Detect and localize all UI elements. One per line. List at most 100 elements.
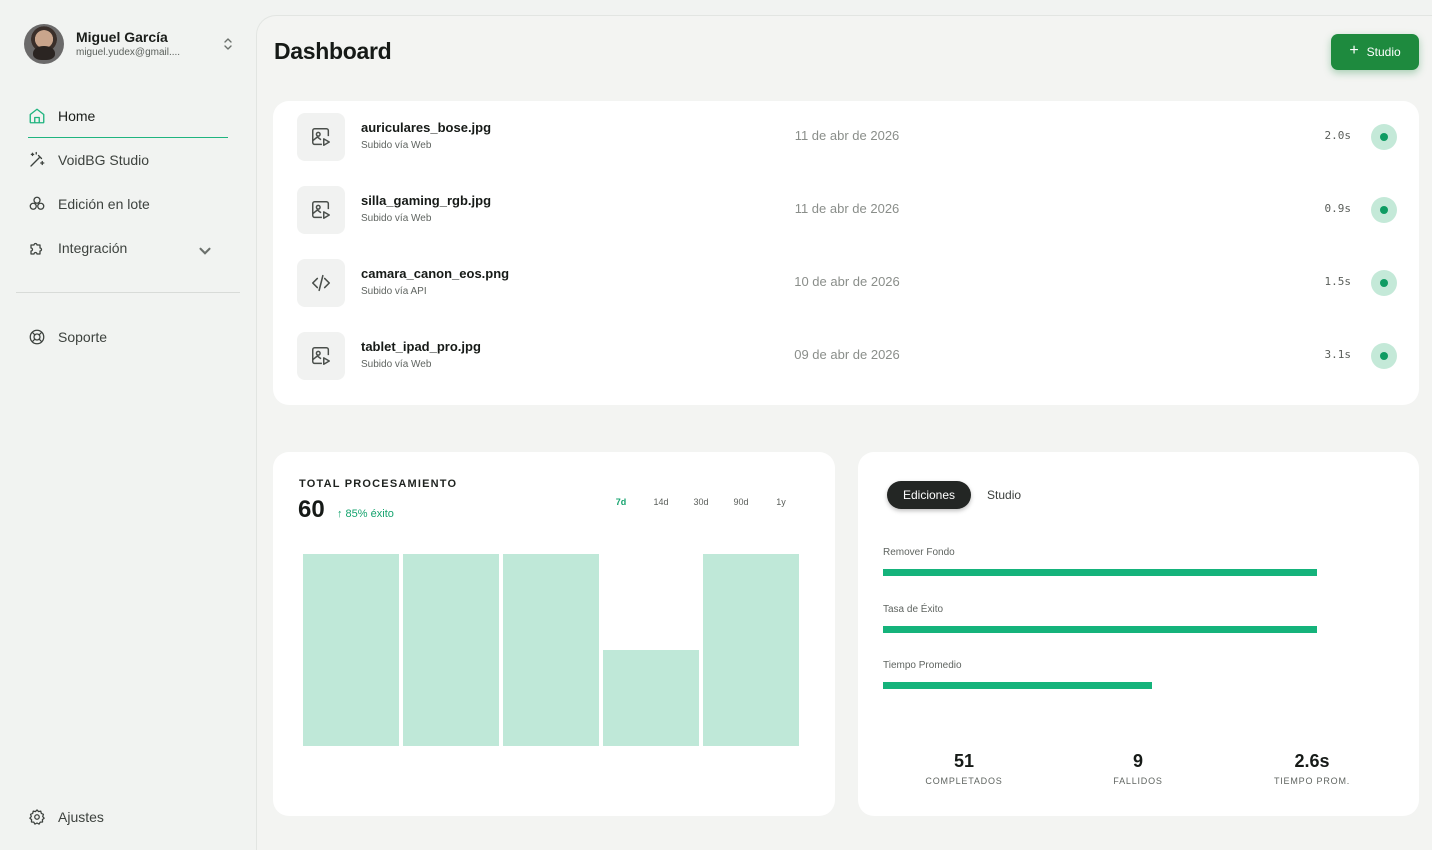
batch-icon bbox=[29, 196, 45, 210]
sidebar-divider bbox=[16, 292, 240, 293]
summary-value: 2.6s bbox=[1294, 751, 1330, 771]
file-thumbnail bbox=[297, 113, 345, 161]
processing-time: 1.5s bbox=[1324, 275, 1352, 288]
chart-bar bbox=[503, 554, 599, 746]
sidebar-item-home[interactable]: Home bbox=[16, 94, 240, 138]
chevron-down-icon bbox=[199, 247, 211, 255]
processing-total: 60 bbox=[298, 496, 325, 523]
chart-bar bbox=[603, 650, 699, 746]
range-tab-7d[interactable]: 7d bbox=[601, 495, 641, 509]
summary-label: COMPLETADOS bbox=[925, 776, 1003, 786]
file-row[interactable]: camara_canon_eos.png Subido vía API 10 d… bbox=[297, 259, 1397, 309]
sidebar-item-label: Home bbox=[58, 108, 96, 124]
sidebar-item-label: VoidBG Studio bbox=[58, 152, 150, 168]
file-thumbnail bbox=[297, 186, 345, 234]
status-badge bbox=[1371, 343, 1397, 369]
file-name: camara_canon_eos.png bbox=[361, 266, 510, 281]
sidebar: Miguel García miguel.yudex@gmail.... Hom… bbox=[0, 0, 256, 850]
metric-label: Remover Fondo bbox=[883, 547, 955, 558]
metric-label: Tiempo Promedio bbox=[883, 660, 962, 671]
processing-bar-chart bbox=[303, 554, 799, 746]
home-icon bbox=[29, 108, 45, 124]
chart-bar bbox=[703, 554, 799, 746]
file-name: silla_gaming_rgb.jpg bbox=[361, 193, 492, 208]
file-date: 10 de abr de 2026 bbox=[794, 274, 900, 289]
metric-average-time: Tiempo Promedio bbox=[883, 659, 1317, 689]
status-badge bbox=[1371, 197, 1397, 223]
sidebar-item-batch-edit[interactable]: Edición en lote bbox=[16, 182, 240, 226]
range-selector: 7d 14d 30d 90d 1y bbox=[601, 495, 801, 509]
file-source: Subido vía Web bbox=[361, 359, 432, 370]
metric-bar bbox=[883, 569, 1317, 576]
file-name: tablet_ipad_pro.jpg bbox=[361, 339, 481, 354]
sidebar-item-voidbg-studio[interactable]: VoidBG Studio bbox=[16, 138, 240, 182]
chart-bar bbox=[303, 554, 399, 746]
tab-studio[interactable]: Studio bbox=[971, 481, 1037, 509]
plus-icon: + bbox=[1349, 42, 1359, 59]
summary-value: 9 bbox=[1132, 751, 1143, 771]
lifebuoy-icon bbox=[29, 329, 45, 345]
processing-time: 3.1s bbox=[1324, 348, 1352, 361]
sidebar-item-integration[interactable]: Integración bbox=[16, 226, 240, 270]
file-source: Subido vía Web bbox=[361, 213, 432, 224]
metric-bar bbox=[883, 626, 1317, 633]
range-tab-90d[interactable]: 90d bbox=[721, 495, 761, 509]
summary-label: TIEMPO PROM. bbox=[1273, 776, 1351, 786]
file-source: Subido vía API bbox=[361, 286, 427, 297]
range-tab-1y[interactable]: 1y bbox=[761, 495, 801, 509]
magic-wand-icon bbox=[30, 151, 45, 167]
avatar bbox=[24, 24, 64, 64]
sidebar-item-settings[interactable]: Ajustes bbox=[16, 795, 240, 839]
file-date: 11 de abr de 2026 bbox=[794, 201, 900, 216]
status-badge bbox=[1371, 124, 1397, 150]
gear-icon bbox=[29, 809, 45, 825]
success-rate: ↑ 85% éxito bbox=[337, 508, 394, 520]
chart-bar bbox=[403, 554, 499, 746]
sidebar-nav: Home VoidBG Studio Edición en lote Integ… bbox=[16, 94, 240, 270]
chart-title: TOTAL PROCESAMIENTO bbox=[299, 478, 458, 490]
code-icon bbox=[311, 274, 331, 292]
file-date: 09 de abr de 2026 bbox=[794, 347, 900, 362]
summary-avg-time: 2.6s TIEMPO PROM. bbox=[1232, 750, 1392, 786]
metric-bar bbox=[883, 682, 1153, 689]
file-row[interactable]: silla_gaming_rgb.jpg Subido vía Web 11 d… bbox=[297, 186, 1397, 236]
studio-button-label: Studio bbox=[1366, 45, 1401, 59]
file-thumbnail bbox=[297, 259, 345, 307]
user-account-switcher[interactable]: Miguel García miguel.yudex@gmail.... bbox=[24, 24, 234, 64]
stats-card: Ediciones Studio Remover Fondo Tasa de É… bbox=[858, 452, 1419, 816]
tab-ediciones[interactable]: Ediciones bbox=[887, 481, 972, 509]
stats-tabs: Ediciones Studio bbox=[887, 481, 1037, 509]
user-email: miguel.yudex@gmail.... bbox=[76, 47, 181, 58]
recent-files-card: auriculares_bose.jpg Subido vía Web 11 d… bbox=[273, 101, 1419, 405]
summary-value: 51 bbox=[953, 751, 975, 771]
file-row[interactable]: tablet_ipad_pro.jpg Subido vía Web 09 de… bbox=[297, 332, 1397, 382]
sidebar-item-label: Edición en lote bbox=[58, 196, 150, 212]
image-play-icon bbox=[312, 347, 330, 365]
sidebar-item-label: Ajustes bbox=[58, 809, 104, 825]
file-date: 11 de abr de 2026 bbox=[794, 128, 900, 143]
sidebar-item-label: Integración bbox=[58, 240, 128, 256]
new-studio-button[interactable]: + Studio bbox=[1331, 34, 1419, 70]
range-tab-14d[interactable]: 14d bbox=[641, 495, 681, 509]
file-source: Subido vía Web bbox=[361, 140, 432, 151]
puzzle-icon bbox=[30, 242, 43, 255]
metric-success-rate: Tasa de Éxito bbox=[883, 603, 1317, 633]
page-title: Dashboard bbox=[274, 38, 392, 64]
chevron-up-down-icon bbox=[224, 38, 232, 50]
summary-failed: 9 FALLIDOS bbox=[1058, 750, 1218, 786]
sidebar-item-support[interactable]: Soporte bbox=[16, 315, 240, 359]
sidebar-item-label: Soporte bbox=[58, 329, 108, 345]
image-play-icon bbox=[312, 201, 330, 219]
file-row[interactable]: auriculares_bose.jpg Subido vía Web 11 d… bbox=[297, 113, 1397, 163]
file-name: auriculares_bose.jpg bbox=[361, 120, 492, 135]
status-badge bbox=[1371, 270, 1397, 296]
user-name: Miguel García bbox=[76, 29, 168, 45]
processing-time: 2.0s bbox=[1324, 129, 1352, 142]
processing-time: 0.9s bbox=[1324, 202, 1352, 215]
summary-completed: 51 COMPLETADOS bbox=[884, 750, 1044, 786]
range-tab-30d[interactable]: 30d bbox=[681, 495, 721, 509]
summary-label: FALLIDOS bbox=[1113, 776, 1163, 786]
stats-summary: 51 COMPLETADOS 9 FALLIDOS 2.6s TIEMPO PR… bbox=[858, 750, 1419, 790]
main-panel: Dashboard + Studio auriculares_bose.jpg … bbox=[256, 15, 1432, 850]
image-play-icon bbox=[312, 128, 330, 146]
